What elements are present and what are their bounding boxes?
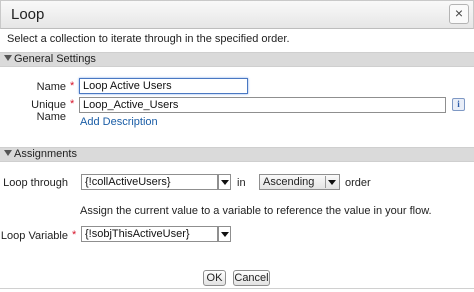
- name-label: Name: [36, 81, 66, 93]
- close-icon[interactable]: ×: [449, 4, 469, 24]
- section-label: Assignments: [14, 148, 77, 160]
- unique-name-field[interactable]: [79, 97, 446, 113]
- collapse-arrow-icon[interactable]: [4, 55, 12, 61]
- in-text: in: [237, 177, 246, 189]
- chevron-down-icon: [221, 180, 229, 185]
- loop-through-dropdown-button[interactable]: [218, 174, 231, 190]
- chevron-down-icon: [221, 232, 229, 237]
- loop-variable-dropdown-button[interactable]: [218, 226, 231, 242]
- add-description-link[interactable]: Add Description: [80, 116, 158, 128]
- dialog-description: Select a collection to iterate through i…: [7, 33, 290, 45]
- required-indicator: *: [72, 229, 77, 241]
- chevron-down-icon: [328, 180, 336, 185]
- dialog-title-bar: Loop ×: [0, 0, 474, 29]
- collapse-arrow-icon[interactable]: [4, 150, 12, 156]
- required-indicator: *: [70, 80, 75, 92]
- ok-button[interactable]: OK: [203, 270, 226, 286]
- loop-through-label: Loop through: [3, 177, 68, 189]
- assign-hint: Assign the current value to a variable t…: [80, 205, 432, 217]
- dialog-title: Loop: [11, 6, 45, 23]
- select-divider: [325, 176, 326, 188]
- required-indicator: *: [70, 98, 75, 110]
- dialog-bottom-border: [0, 288, 474, 289]
- loop-variable-label: Loop Variable: [0, 230, 68, 242]
- section-assignments[interactable]: Assignments: [0, 147, 474, 162]
- sort-order-select[interactable]: Ascending: [259, 174, 340, 190]
- order-text: order: [345, 177, 371, 189]
- loop-variable-field[interactable]: [81, 226, 218, 242]
- info-icon[interactable]: i: [452, 98, 465, 111]
- unique-name-label: Unique Name: [31, 99, 66, 123]
- loop-through-field[interactable]: [81, 174, 218, 190]
- cancel-button[interactable]: Cancel: [233, 270, 270, 286]
- section-label: General Settings: [14, 53, 96, 65]
- section-general-settings[interactable]: General Settings: [0, 52, 474, 67]
- sort-order-value: Ascending: [263, 176, 315, 188]
- name-field[interactable]: [79, 78, 248, 94]
